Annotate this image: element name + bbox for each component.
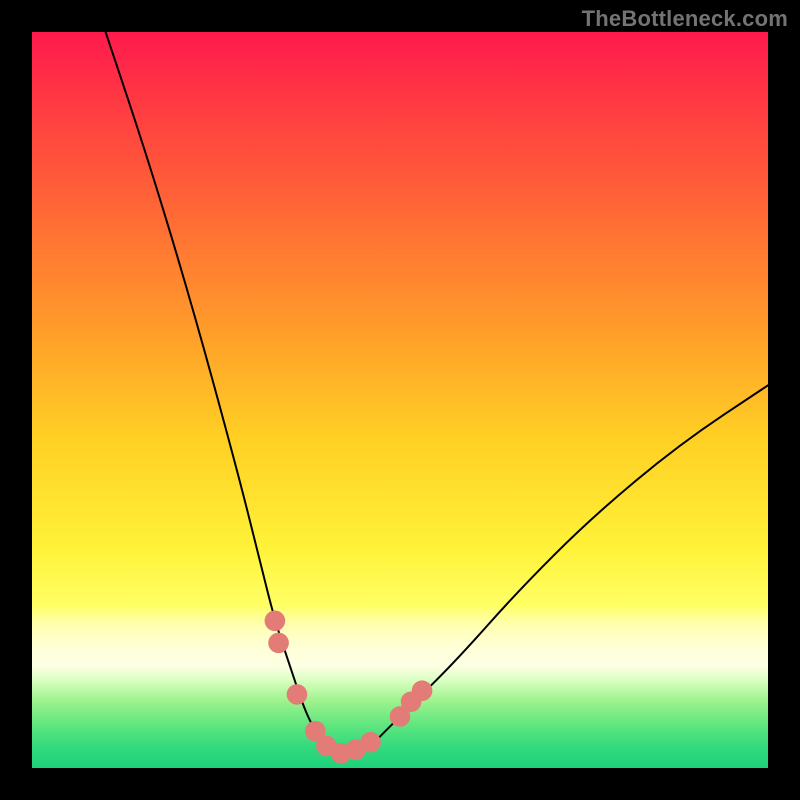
plot-area [32, 32, 768, 768]
curve-svg [32, 32, 768, 768]
valley-markers [265, 610, 433, 763]
chart-frame: TheBottleneck.com [0, 0, 800, 800]
valley-floor-dot [360, 732, 381, 753]
valley-markers-left-dot [287, 684, 308, 705]
valley-markers-left-dot [268, 633, 289, 654]
valley-markers-right-dot [412, 680, 433, 701]
watermark-text: TheBottleneck.com [582, 6, 788, 32]
bottleneck-curve [106, 32, 768, 753]
valley-markers-left-dot [265, 610, 286, 631]
